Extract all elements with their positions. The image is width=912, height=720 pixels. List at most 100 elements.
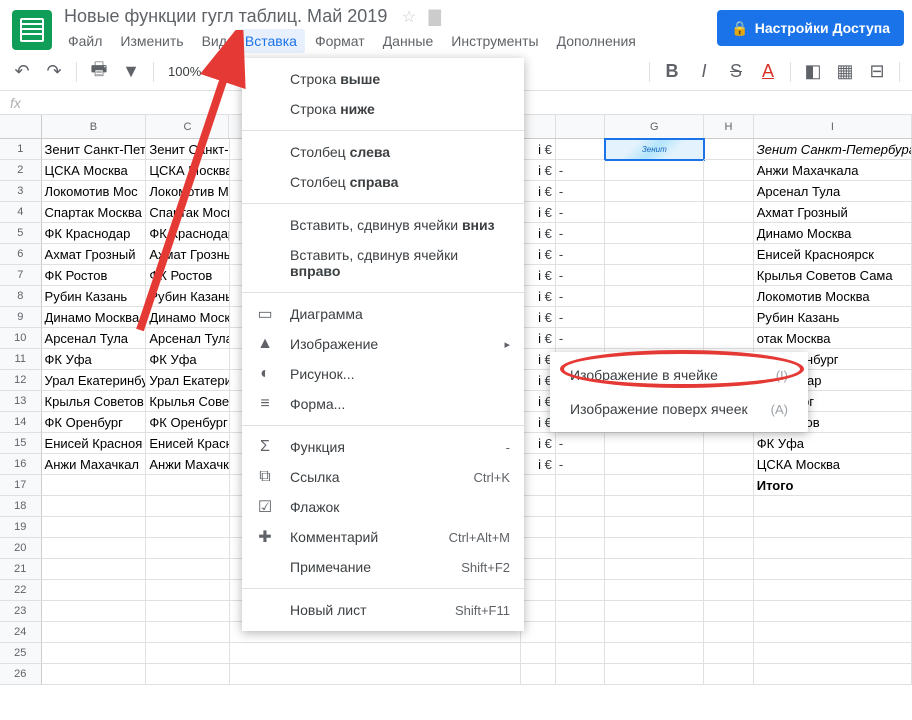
cell[interactable]: Итого [754, 475, 912, 496]
cell[interactable]: і [521, 202, 556, 223]
cell[interactable] [704, 559, 754, 580]
cell[interactable] [42, 580, 147, 601]
cell[interactable] [754, 622, 912, 643]
cell[interactable]: Зенит Санкт-Пет [42, 139, 147, 160]
row-header[interactable]: 5 [0, 223, 42, 244]
cell[interactable] [605, 622, 704, 643]
cell[interactable] [146, 517, 229, 538]
cell[interactable]: Ахмат Грозны [146, 244, 229, 265]
column-header[interactable]: I [754, 115, 912, 138]
cell[interactable] [146, 496, 229, 517]
menu-вставка[interactable]: Вставка [237, 29, 305, 53]
zoom-select[interactable]: 100% [162, 64, 207, 79]
cell[interactable] [605, 202, 704, 223]
row-header[interactable]: 22 [0, 580, 42, 601]
menu-item-форма---[interactable]: ≡Форма... [242, 389, 524, 419]
row-header[interactable]: 21 [0, 559, 42, 580]
cell[interactable] [704, 538, 754, 559]
cell[interactable] [230, 643, 522, 664]
doc-title[interactable]: Новые функции гугл таблиц. Май 2019 [60, 4, 391, 28]
row-header[interactable]: 19 [0, 517, 42, 538]
row-header[interactable]: 4 [0, 202, 42, 223]
menu-item-новый-лист[interactable]: Новый листShift+F11 [242, 595, 524, 625]
paint-format-icon[interactable]: ▼ [117, 61, 145, 82]
cell[interactable] [146, 538, 229, 559]
cell[interactable] [605, 223, 704, 244]
column-header[interactable]: B [42, 115, 147, 138]
submenu-item[interactable]: Изображение поверх ячеек(A) [550, 392, 808, 426]
cell[interactable]: і [521, 454, 556, 475]
cell[interactable]: і [521, 265, 556, 286]
cell[interactable] [42, 538, 147, 559]
cell[interactable] [521, 517, 556, 538]
cell[interactable] [42, 664, 147, 685]
menu-item-строка[interactable]: Строка выше [242, 64, 524, 94]
cell[interactable]: Крылья Советов Сама [754, 265, 912, 286]
row-header[interactable]: 9 [0, 307, 42, 328]
row-header[interactable]: 18 [0, 496, 42, 517]
cell[interactable]: і [521, 328, 556, 349]
row-header[interactable]: 13 [0, 391, 42, 412]
cell[interactable] [605, 265, 704, 286]
cell[interactable] [754, 538, 912, 559]
cell[interactable] [521, 559, 556, 580]
merge-icon[interactable]: ⊟ [863, 61, 891, 82]
cell[interactable] [556, 664, 606, 685]
cell[interactable] [605, 454, 704, 475]
cell[interactable]: Ахмат Грозный [42, 244, 147, 265]
menu-item-примечание[interactable]: ПримечаниеShift+F2 [242, 552, 524, 582]
cell[interactable]: - [556, 265, 606, 286]
cell[interactable]: ФК Краснодар [146, 223, 229, 244]
bold-button[interactable]: B [658, 61, 686, 82]
cell[interactable] [146, 559, 229, 580]
menu-item-вставить--сдвинув-ячейки[interactable]: Вставить, сдвинув ячейки вправо [242, 240, 524, 286]
cell[interactable] [704, 622, 754, 643]
menu-дополнения[interactable]: Дополнения [549, 29, 644, 53]
cell[interactable] [704, 328, 754, 349]
cell[interactable]: Зенит Санкт-Петербург [754, 139, 912, 160]
cell[interactable] [521, 475, 556, 496]
cell[interactable]: Спартак Моск [146, 202, 229, 223]
menu-item-столбец[interactable]: Столбец справа [242, 167, 524, 197]
cell[interactable] [146, 601, 229, 622]
cell[interactable] [556, 475, 606, 496]
cell[interactable] [521, 538, 556, 559]
cell[interactable] [605, 664, 704, 685]
cell[interactable] [521, 622, 556, 643]
cell[interactable]: - [556, 454, 606, 475]
borders-icon[interactable]: ▦ [831, 61, 859, 82]
cell[interactable] [42, 622, 147, 643]
cell[interactable]: - [556, 223, 606, 244]
menu-item-строка[interactable]: Строка ниже [242, 94, 524, 124]
cell[interactable] [704, 139, 754, 160]
menu-данные[interactable]: Данные [375, 29, 442, 53]
cell[interactable] [521, 664, 556, 685]
cell[interactable] [146, 664, 229, 685]
menu-item-функция[interactable]: ΣФункция- [242, 432, 524, 462]
folder-icon[interactable]: ▇ [429, 9, 441, 26]
cell[interactable] [42, 517, 147, 538]
column-header[interactable]: G [605, 115, 704, 138]
cell[interactable]: і [521, 244, 556, 265]
text-color-button[interactable]: A [754, 61, 782, 82]
cell[interactable] [42, 601, 147, 622]
cell[interactable]: Спартак Москва [42, 202, 147, 223]
row-header[interactable]: 17 [0, 475, 42, 496]
redo-icon[interactable]: ↷ [40, 61, 68, 82]
cell[interactable]: і [521, 181, 556, 202]
row-header[interactable]: 12 [0, 370, 42, 391]
cell[interactable]: Локомотив М [146, 181, 229, 202]
cell[interactable] [754, 496, 912, 517]
cell[interactable]: Крылья Советов [42, 391, 147, 412]
menu-item-диаграмма[interactable]: ▭Диаграмма [242, 299, 524, 329]
row-header[interactable]: 11 [0, 349, 42, 370]
cell[interactable] [704, 475, 754, 496]
row-header[interactable]: 26 [0, 664, 42, 685]
fill-color-icon[interactable]: ◧ [799, 61, 827, 82]
cell[interactable] [754, 559, 912, 580]
cell[interactable] [146, 475, 229, 496]
cell[interactable] [704, 286, 754, 307]
cell[interactable] [556, 559, 606, 580]
cell[interactable]: ФК Оренбург [42, 412, 147, 433]
cell[interactable]: і [521, 286, 556, 307]
